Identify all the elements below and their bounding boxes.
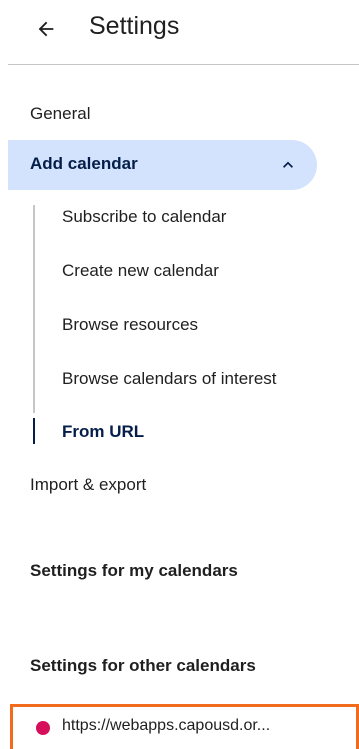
- nav-item-add-calendar[interactable]: Add calendar: [8, 140, 317, 190]
- back-button[interactable]: [27, 10, 65, 48]
- calendar-color-dot: [36, 721, 50, 735]
- calendar-name: https://webapps.capousd.or...: [62, 717, 271, 734]
- page-title: Settings: [89, 12, 180, 40]
- sub-item-from-url[interactable]: From URL: [62, 421, 144, 443]
- header-divider: [8, 64, 359, 65]
- sub-item-create-new-calendar[interactable]: Create new calendar: [62, 260, 219, 282]
- sub-item-browse-calendars-of-interest[interactable]: Browse calendars of interest: [62, 368, 277, 390]
- arrow-back-icon: [38, 21, 54, 37]
- nav-item-general[interactable]: General: [30, 103, 90, 125]
- sub-item-browse-resources[interactable]: Browse resources: [62, 314, 198, 336]
- settings-header: Settings: [0, 0, 359, 62]
- submenu-rail: [33, 205, 35, 413]
- add-calendar-label: Add calendar: [30, 154, 138, 173]
- chevron-up-icon: [283, 161, 293, 168]
- nav-item-import-export[interactable]: Import & export: [30, 474, 146, 496]
- sub-item-subscribe-to-calendar[interactable]: Subscribe to calendar: [62, 206, 226, 228]
- section-other-calendars: Settings for other calendars: [30, 656, 256, 675]
- section-my-calendars: Settings for my calendars: [30, 561, 238, 580]
- submenu-active-indicator: [33, 418, 35, 444]
- other-calendar-item[interactable]: https://webapps.capousd.or...: [10, 704, 359, 749]
